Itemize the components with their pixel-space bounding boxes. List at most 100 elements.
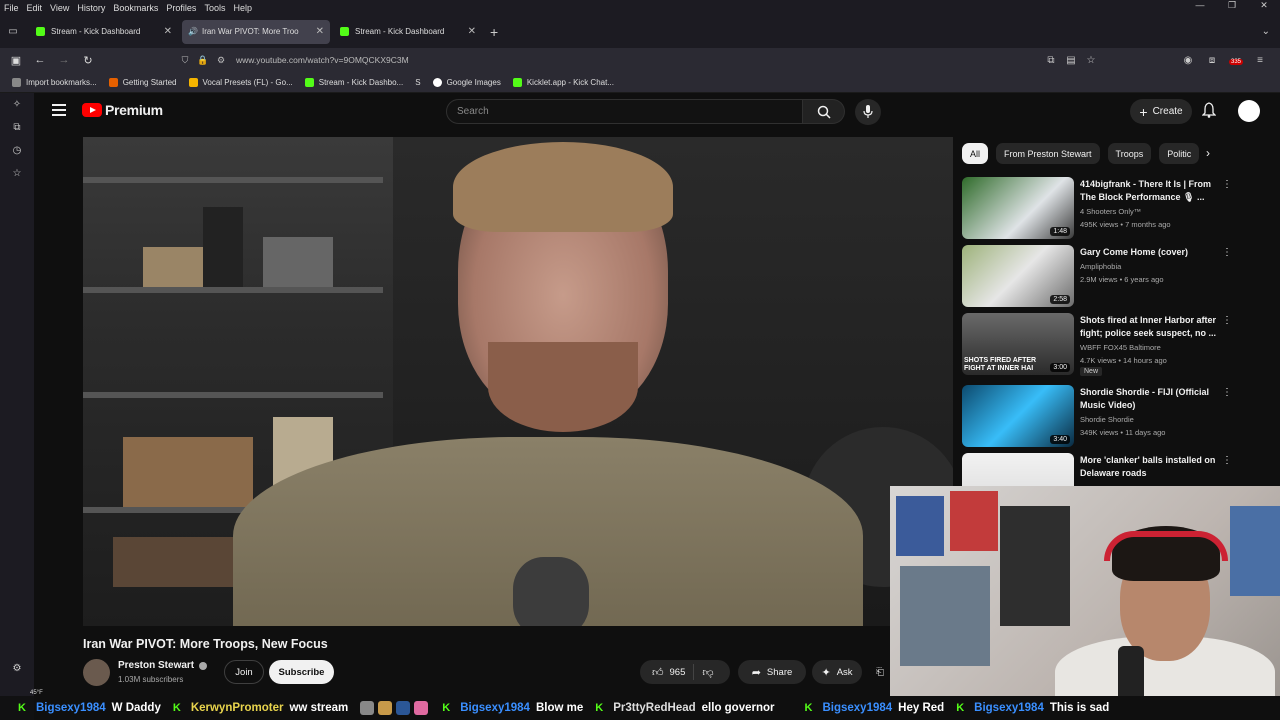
menu-help[interactable]: Help: [229, 3, 256, 13]
ai-chat-icon[interactable]: ✧: [0, 93, 34, 116]
tab-overflow-icon[interactable]: ⌄: [1262, 26, 1270, 37]
chip-all[interactable]: All: [962, 143, 989, 164]
taskbar-app-icon[interactable]: [360, 701, 375, 715]
tab-close-icon[interactable]: ✕: [316, 26, 324, 37]
back-icon[interactable]: ←: [28, 54, 52, 66]
recommendation-item[interactable]: SHOTS FIRED AFTER FIGHT AT INNER HAI 3:0…: [962, 313, 1262, 376]
restore-icon[interactable]: ❐: [1216, 0, 1248, 15]
recommendation-item[interactable]: 1:48 414bigfrank - There It Is | From Th…: [962, 177, 1262, 239]
sidebar-toggle-icon[interactable]: ▣: [4, 54, 28, 67]
bookmark-google-images[interactable]: Google Images: [432, 77, 501, 87]
recommendation-channel[interactable]: Ampliphobia: [1080, 262, 1121, 271]
chip-from-channel[interactable]: From Preston Stewart: [996, 143, 1100, 164]
notifications-bell-icon[interactable]: [1201, 102, 1217, 123]
recommendation-title[interactable]: Gary Come Home (cover): [1080, 246, 1220, 259]
extensions-icon[interactable]: ⧈: [1200, 55, 1224, 66]
channel-avatar[interactable]: [83, 659, 110, 686]
recommendation-title[interactable]: Shordie Shordie - FIJI (Official Music V…: [1080, 386, 1220, 412]
video-player[interactable]: [83, 137, 953, 626]
join-button[interactable]: Join: [224, 660, 264, 684]
app-menu-icon[interactable]: ≡: [1248, 55, 1272, 66]
shield-icon[interactable]: ⛉: [176, 55, 194, 66]
search-input[interactable]: Search: [446, 99, 803, 124]
bookmark-import[interactable]: Import bookmarks...: [12, 77, 97, 87]
recommendation-channel[interactable]: 4 Shooters Only™: [1080, 207, 1141, 216]
recommendation-channel[interactable]: WBFF FOX45 Baltimore: [1080, 343, 1161, 352]
recommendation-item[interactable]: 3:40 Shordie Shordie - FIJI (Official Mu…: [962, 385, 1262, 447]
youtube-logo[interactable]: Premium: [82, 102, 163, 118]
guide-menu-icon[interactable]: [52, 104, 66, 116]
more-actions-icon[interactable]: ⋮: [1222, 179, 1232, 190]
chip-troops[interactable]: Troops: [1107, 143, 1152, 164]
chevron-right-icon[interactable]: ›: [1206, 146, 1210, 160]
menu-file[interactable]: File: [0, 3, 23, 13]
new-tab-icon[interactable]: +: [490, 24, 498, 40]
video-thumbnail[interactable]: [962, 453, 1074, 486]
subscribe-button[interactable]: Subscribe: [269, 660, 334, 684]
recommendation-channel[interactable]: Shordie Shordie: [1080, 415, 1134, 424]
share-button[interactable]: ➦ Share: [738, 660, 806, 684]
video-thumbnail[interactable]: 3:40: [962, 385, 1074, 447]
tab-kick-dashboard-1[interactable]: Stream - Kick Dashboard ✕: [30, 20, 178, 44]
synced-tabs-icon[interactable]: ⧉: [0, 116, 34, 139]
tab-youtube-video[interactable]: 🔊 Iran War PIVOT: More Troo ✕: [182, 19, 330, 122]
menu-tools[interactable]: Tools: [200, 3, 229, 13]
tab-close-icon[interactable]: ✕: [468, 26, 476, 37]
chip-politics[interactable]: Politic: [1159, 143, 1200, 164]
save-button[interactable]: ⎗: [868, 660, 892, 684]
more-actions-icon[interactable]: ⋮: [1222, 455, 1232, 466]
picture-in-picture-icon[interactable]: ⧉: [1041, 55, 1061, 66]
tab-close-icon[interactable]: ✕: [164, 26, 172, 37]
recommendation-title[interactable]: More 'clanker' balls installed on Delawa…: [1080, 454, 1220, 480]
channel-name-text[interactable]: Preston Stewart: [118, 660, 194, 671]
recommendation-item[interactable]: 2:58 Gary Come Home (cover) Ampliphobia …: [962, 245, 1262, 307]
bookmark-s[interactable]: S: [415, 78, 420, 87]
permissions-icon[interactable]: ⚙: [212, 55, 230, 66]
account-icon[interactable]: ◉: [1176, 55, 1200, 66]
menu-history[interactable]: History: [73, 3, 109, 13]
channel-name[interactable]: Preston Stewart: [118, 660, 208, 671]
tab-kick-dashboard-2[interactable]: Stream - Kick Dashboard ✕: [334, 20, 482, 44]
ublock-icon[interactable]: 335: [1224, 55, 1248, 66]
voice-search-button[interactable]: [855, 99, 881, 125]
tab-list-icon[interactable]: ▭: [0, 26, 26, 37]
menu-profiles[interactable]: Profiles: [162, 3, 200, 13]
speaker-icon[interactable]: 🔊: [188, 27, 198, 36]
weather-widget[interactable]: 45°F: [30, 690, 43, 696]
create-button[interactable]: + Create: [1130, 99, 1192, 124]
bookmark-star-icon[interactable]: ☆: [1081, 55, 1101, 66]
bookmark-getting-started[interactable]: Getting Started: [108, 77, 177, 87]
lock-icon[interactable]: 🔒: [194, 55, 212, 66]
dislike-button[interactable]: 👎︎: [694, 666, 721, 679]
taskbar-app-icon[interactable]: [414, 701, 429, 715]
minimize-icon[interactable]: —: [1184, 0, 1216, 15]
ask-button[interactable]: ✦ Ask: [812, 660, 862, 684]
more-actions-icon[interactable]: ⋮: [1222, 315, 1232, 326]
more-actions-icon[interactable]: ⋮: [1222, 387, 1232, 398]
reader-view-icon[interactable]: ▤: [1061, 55, 1081, 66]
taskbar-app-icon[interactable]: [378, 701, 393, 715]
menu-view[interactable]: View: [46, 3, 73, 13]
url-bar[interactable]: ⛉ 🔒 ⚙ www.youtube.com/watch?v=9OMQCKX9C3…: [176, 49, 1101, 71]
word-icon[interactable]: [396, 701, 411, 715]
video-thumbnail[interactable]: SHOTS FIRED AFTER FIGHT AT INNER HAI 3:0…: [962, 313, 1074, 375]
forward-icon[interactable]: →: [52, 54, 76, 66]
bookmark-kick-dashboard[interactable]: Stream - Kick Dashbo...: [304, 77, 403, 87]
video-thumbnail[interactable]: 1:48: [962, 177, 1074, 239]
bookmark-vocal-presets[interactable]: Vocal Presets (FL) - Go...: [188, 77, 293, 87]
close-window-icon[interactable]: ✕: [1248, 0, 1280, 15]
account-avatar[interactable]: [1238, 100, 1260, 122]
reload-icon[interactable]: ↻: [76, 54, 100, 67]
search-button[interactable]: [803, 99, 845, 124]
url-text[interactable]: www.youtube.com/watch?v=9OMQCKX9C3M: [236, 55, 409, 65]
recommendation-item[interactable]: More 'clanker' balls installed on Delawa…: [962, 453, 1262, 486]
more-actions-icon[interactable]: ⋮: [1222, 247, 1232, 258]
menu-bookmarks[interactable]: Bookmarks: [109, 3, 162, 13]
like-button[interactable]: 👍︎ 965: [640, 664, 695, 680]
bookmarks-icon[interactable]: ☆: [0, 162, 34, 185]
recommendation-title[interactable]: 414bigfrank - There It Is | From The Blo…: [1080, 178, 1220, 204]
menu-edit[interactable]: Edit: [23, 3, 47, 13]
history-icon[interactable]: ◷: [0, 139, 34, 162]
sidebar-settings-icon[interactable]: ⚙: [0, 657, 34, 680]
bookmark-kicklet[interactable]: Kicklet.app - Kick Chat...: [512, 77, 614, 87]
